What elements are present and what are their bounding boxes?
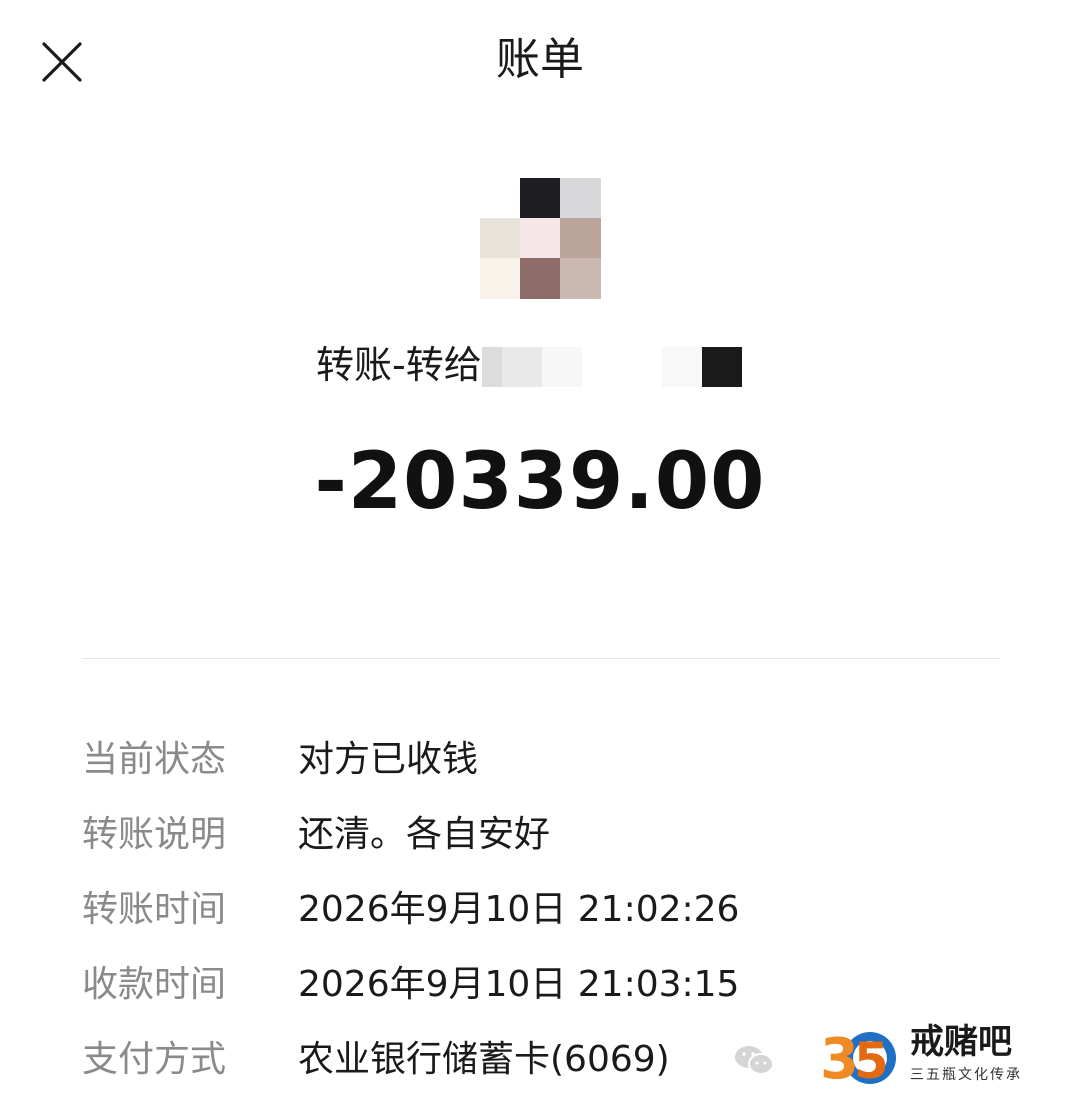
- divider: [82, 658, 1000, 659]
- transfer-time-label: 转账时间: [82, 888, 227, 930]
- logo-35-icon: 3 5: [820, 1027, 896, 1090]
- wechat-icon: [735, 1046, 774, 1075]
- detail-row-transfer-time: 转账时间 2026年9月10日 21:02:26: [82, 868, 1002, 943]
- watermark: 3 5 戒赌吧 三五瓶文化传承: [734, 1016, 1054, 1096]
- payment-method-value: 农业银行储蓄卡(6069): [298, 1038, 670, 1080]
- watermark-name: 戒赌吧: [910, 1022, 1012, 1062]
- page-title: 账单: [496, 34, 584, 85]
- svg-text:5: 5: [854, 1032, 889, 1090]
- payment-method-label: 支付方式: [82, 1038, 227, 1080]
- transfer-amount: -20339.00: [314, 437, 766, 527]
- detail-row-receive-time: 收款时间 2026年9月10日 21:03:15: [82, 943, 1002, 1018]
- detail-row-note: 转账说明 还清。各自安好: [82, 793, 1002, 868]
- watermark-subtitle: 三五瓶文化传承: [910, 1067, 1022, 1083]
- status-value: 对方已收钱: [298, 738, 479, 780]
- detail-row-status: 当前状态 对方已收钱: [82, 718, 1002, 793]
- transfer-time-value: 2026年9月10日 21:02:26: [298, 888, 740, 930]
- redacted-payee-name: [481, 343, 744, 387]
- note-value: 还清。各自安好: [298, 813, 551, 855]
- receive-time-label: 收款时间: [82, 963, 227, 1005]
- payee-avatar[interactable]: [480, 178, 601, 300]
- status-label: 当前状态: [82, 738, 227, 780]
- payee-line: 转账-转给: [316, 335, 744, 395]
- receive-time-value: 2026年9月10日 21:03:15: [298, 963, 740, 1005]
- note-label: 转账说明: [82, 813, 227, 855]
- payee-label: 转账-转给: [316, 343, 482, 387]
